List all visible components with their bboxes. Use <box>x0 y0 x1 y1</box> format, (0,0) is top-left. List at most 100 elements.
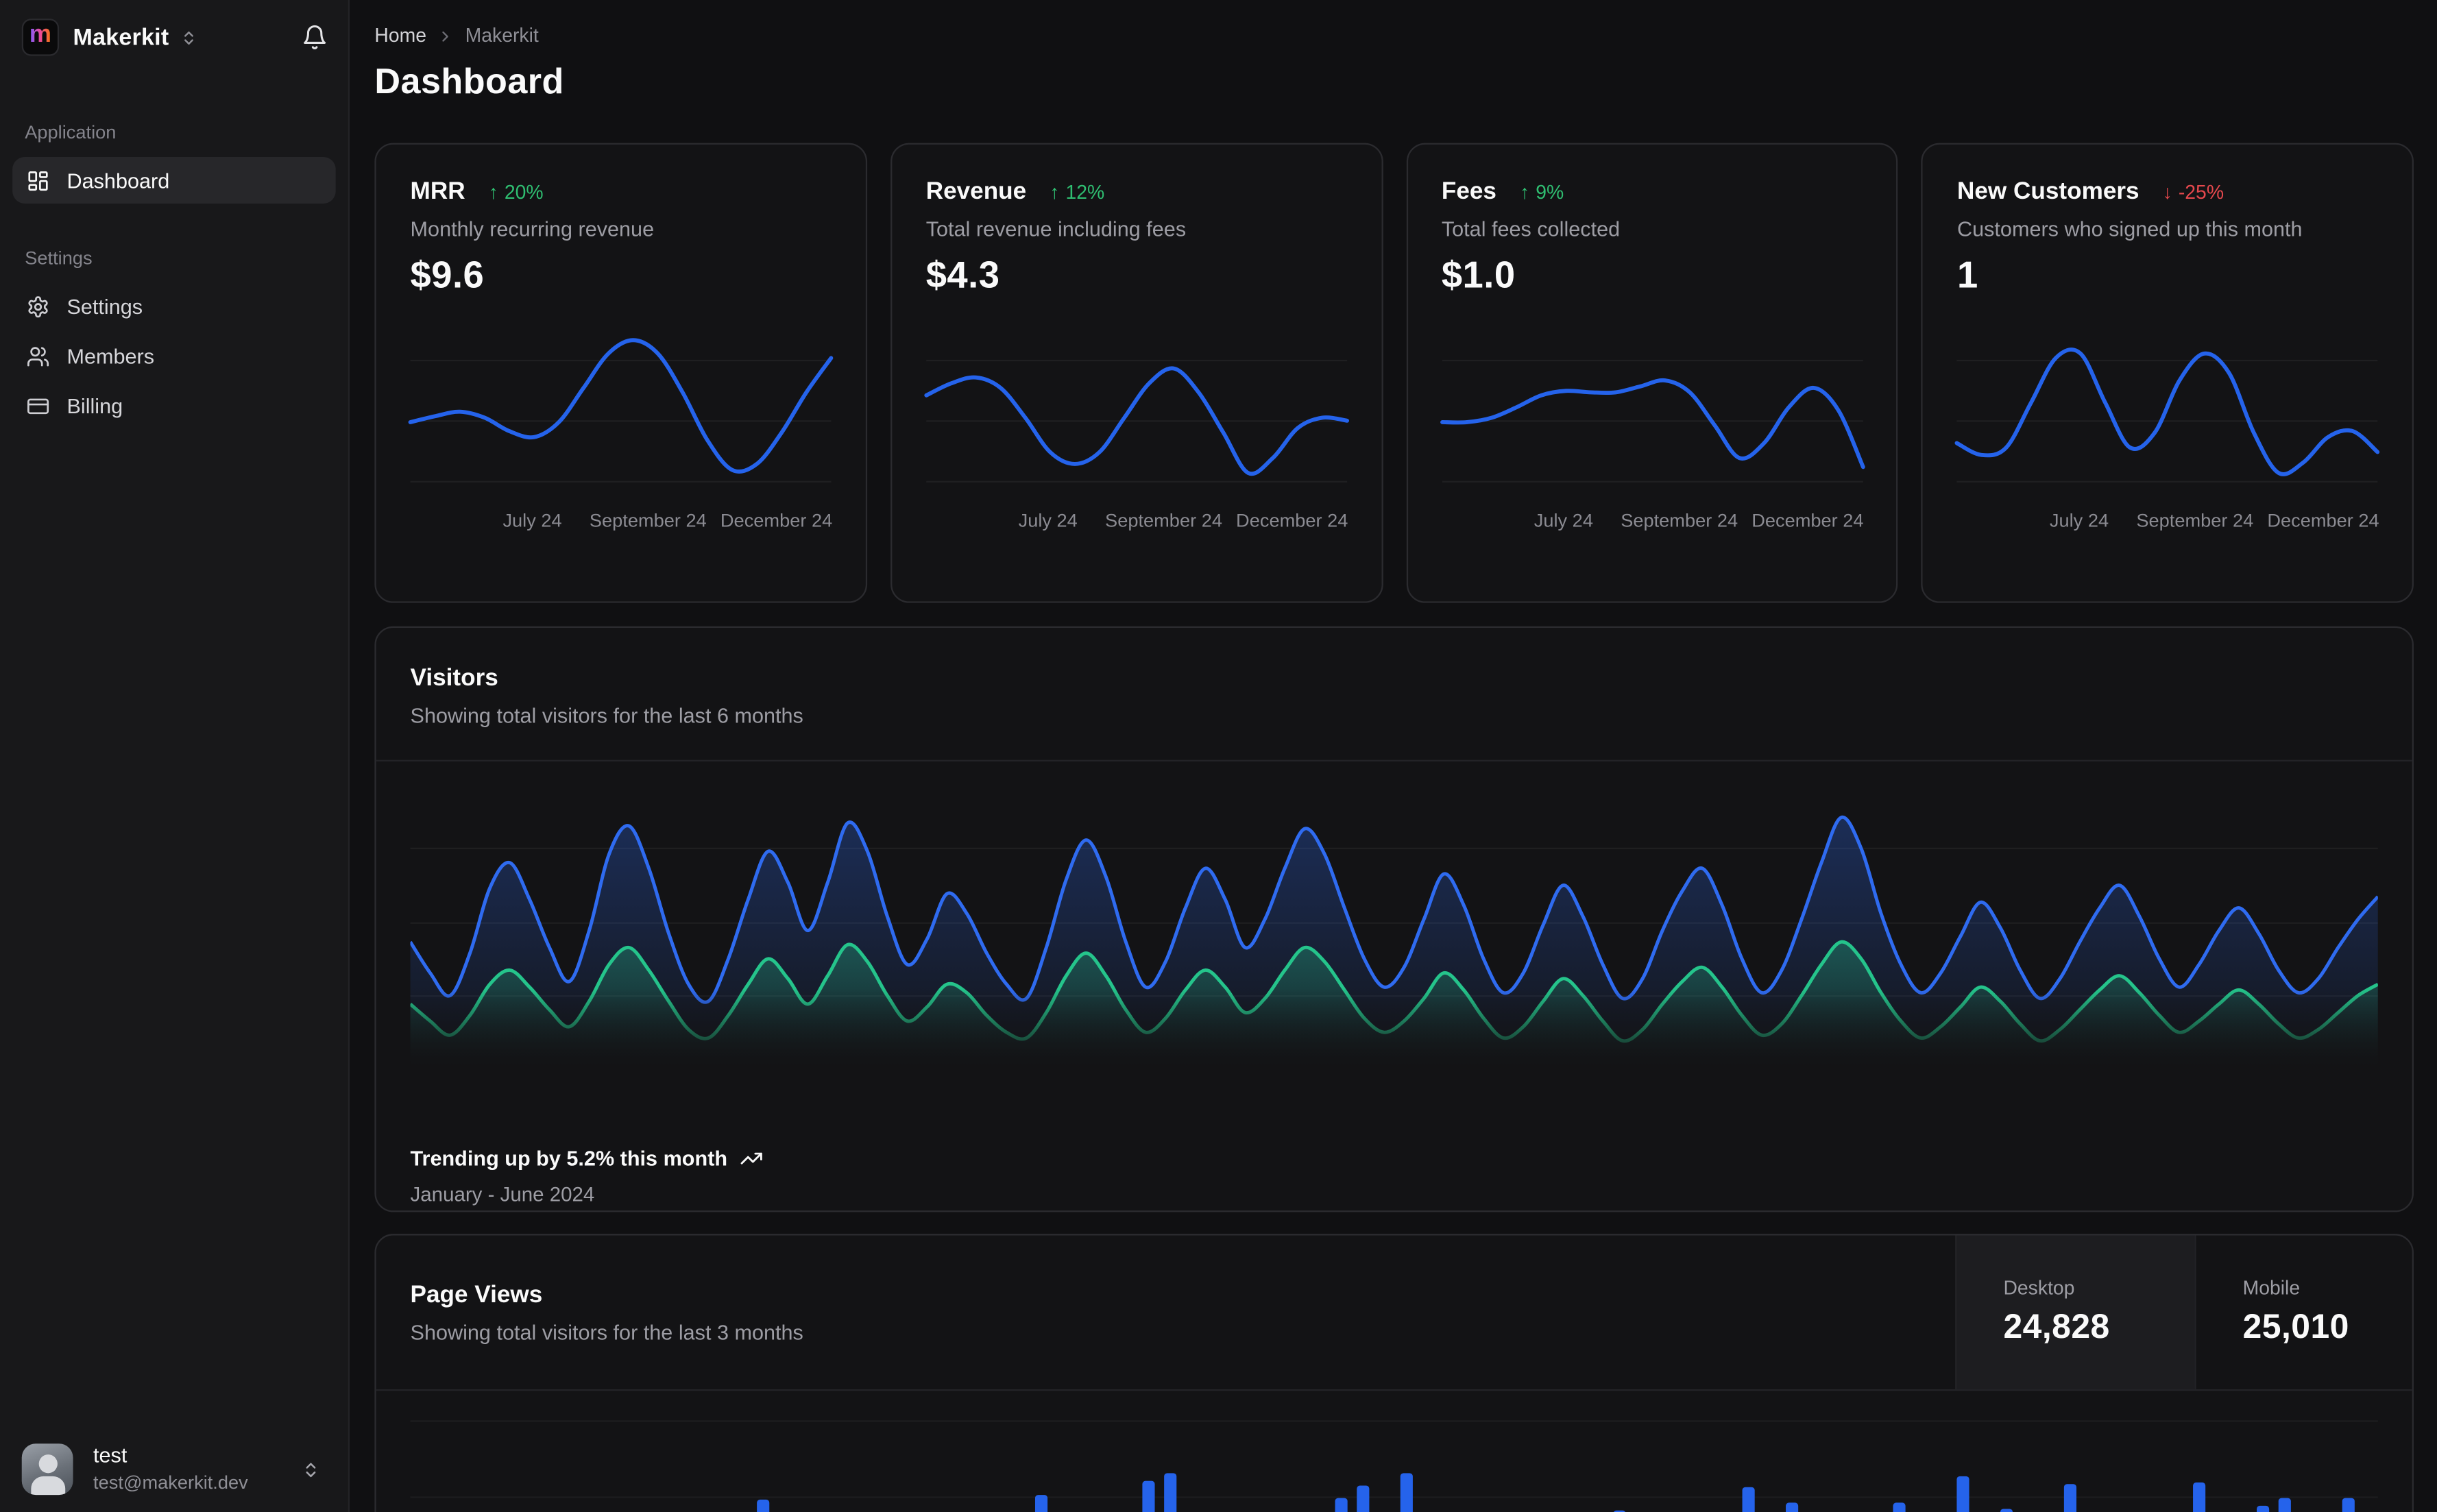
x-axis-tick: July 24 <box>1533 509 1593 532</box>
breadcrumb-home-link[interactable]: Home <box>374 25 426 47</box>
trend-up-arrow-icon: ↑ <box>1519 182 1530 204</box>
workspace-switcher[interactable]: m Makerkit <box>0 0 348 75</box>
visitors-subtitle: Showing total visitors for the last 6 mo… <box>410 704 803 728</box>
chevrons-up-down-icon <box>302 1461 320 1479</box>
sparkline-chart: July 24 September 24 December 24 <box>408 324 834 541</box>
toggle-label: Desktop <box>2003 1277 2075 1300</box>
bar <box>1742 1487 1756 1512</box>
sidebar-nav: Application Dashboard Settings Settings <box>0 121 348 432</box>
stat-card-mrr: MRR ↑ 20% Monthly recurring revenue $9.6 … <box>374 143 867 603</box>
bar <box>756 1499 769 1512</box>
visitors-title: Visitors <box>410 665 498 692</box>
sidebar-item-label: Billing <box>66 393 123 417</box>
bar <box>1357 1485 1370 1512</box>
x-axis-tick: July 24 <box>1018 509 1078 532</box>
sidebar-item-label: Dashboard <box>66 168 170 193</box>
stat-card-fees: Fees ↑ 9% Total fees collected $1.0 July … <box>1405 143 1898 603</box>
trend-badge: ↓ -25% <box>2163 182 2224 204</box>
stat-title: MRR <box>410 178 465 206</box>
stat-value: 1 <box>1956 254 1978 297</box>
page-views-bar-chart <box>410 1391 2378 1512</box>
page-views-header: Page Views Showing total visitors for th… <box>376 1235 2412 1391</box>
avatar <box>21 1443 73 1495</box>
toggle-desktop[interactable]: Desktop 24,828 <box>1955 1235 2195 1389</box>
stat-subtitle: Customers who signed up this month <box>1956 217 2303 241</box>
page-views-subtitle: Showing total visitors for the last 3 mo… <box>410 1320 803 1344</box>
toggle-value: 25,010 <box>2242 1306 2349 1346</box>
makerkit-logo-letter: m <box>29 21 52 49</box>
sparkline-chart: July 24 September 24 December 24 <box>923 324 1349 541</box>
sidebar: m Makerkit Application Dashboard Setting… <box>0 0 350 1512</box>
sidebar-item-billing[interactable]: Billing <box>12 382 336 429</box>
breadcrumb: Home Makerkit <box>374 25 2414 47</box>
stat-value: $4.3 <box>925 254 1000 297</box>
stat-value: $9.6 <box>410 254 485 297</box>
stat-cards-row: MRR ↑ 20% Monthly recurring revenue $9.6 … <box>374 143 2414 603</box>
members-icon <box>27 344 50 367</box>
trend-value: 12% <box>1065 182 1105 204</box>
bar <box>1335 1498 1348 1512</box>
x-axis-tick: September 24 <box>1621 509 1738 532</box>
page-views-card: Page Views Showing total visitors for th… <box>374 1234 2414 1512</box>
main-content: Home Makerkit Dashboard MRR ↑ 20% Monthly… <box>351 0 2437 1512</box>
stat-card-revenue: Revenue ↑ 12% Total revenue including fee… <box>890 143 1383 603</box>
page-views-title: Page Views <box>410 1281 543 1308</box>
user-meta: test test@makerkit.dev <box>93 1443 248 1495</box>
bar <box>2000 1509 2013 1512</box>
bar <box>1956 1476 1969 1512</box>
bell-icon[interactable] <box>302 24 328 51</box>
x-axis-tick: September 24 <box>589 509 707 532</box>
stat-title: Revenue <box>925 178 1027 206</box>
workspace-name: Makerkit <box>73 24 169 51</box>
user-name: test <box>93 1443 128 1467</box>
visitors-footer: Trending up by 5.2% this month January -… <box>376 1147 2412 1206</box>
trend-up-arrow-icon: ↑ <box>488 182 498 204</box>
trend-value: 9% <box>1536 182 1564 204</box>
visitors-card: Visitors Showing total visitors for the … <box>374 626 2414 1212</box>
bar <box>2342 1498 2355 1512</box>
user-menu[interactable]: test test@makerkit.dev <box>0 1428 348 1512</box>
sidebar-item-dashboard[interactable]: Dashboard <box>12 156 336 204</box>
dashboard-icon <box>27 169 50 192</box>
bar <box>1034 1495 1048 1512</box>
bar <box>1892 1502 1906 1512</box>
bar <box>2257 1506 2270 1512</box>
bar <box>1785 1502 1798 1512</box>
toggle-value: 24,828 <box>2003 1306 2110 1346</box>
bar <box>1399 1473 1412 1512</box>
trend-badge: ↑ 20% <box>489 182 544 204</box>
trend-down-arrow-icon: ↓ <box>2162 182 2172 204</box>
makerkit-logo: m <box>21 19 60 56</box>
bar <box>1163 1473 1176 1512</box>
trend-value: -25% <box>2178 182 2224 204</box>
sidebar-item-settings[interactable]: Settings <box>12 283 336 330</box>
visitors-period: January - June 2024 <box>410 1182 595 1206</box>
visitors-area-chart <box>404 786 2384 1079</box>
x-axis-tick: December 24 <box>1236 509 1348 532</box>
bar <box>1142 1481 1155 1512</box>
x-axis-tick: September 24 <box>2136 509 2254 532</box>
gear-icon <box>27 295 50 318</box>
chevron-right-icon <box>437 27 454 45</box>
nav-section-settings: Settings <box>25 247 93 269</box>
sidebar-item-members[interactable]: Members <box>12 332 336 379</box>
trending-up-icon <box>740 1147 763 1170</box>
toggle-mobile[interactable]: Mobile 25,010 <box>2194 1235 2412 1389</box>
stat-value: $1.0 <box>1441 254 1516 297</box>
stat-subtitle: Monthly recurring revenue <box>410 217 655 241</box>
trend-badge: ↑ 12% <box>1050 182 1104 204</box>
visitors-header: Visitors Showing total visitors for the … <box>376 628 2412 761</box>
x-axis-tick: December 24 <box>720 509 833 532</box>
sparkline-chart: July 24 September 24 December 24 <box>1955 324 2380 541</box>
bar <box>2278 1498 2291 1512</box>
trend-value: 20% <box>504 182 544 204</box>
screen: m Makerkit Application Dashboard Setting… <box>0 0 2437 1512</box>
toggle-label: Mobile <box>2242 1277 2301 1300</box>
nav-section-application: Application <box>25 121 117 143</box>
stat-title: Fees <box>1441 178 1496 206</box>
stat-title: New Customers <box>1956 178 2139 206</box>
visitors-trend-text: Trending up by 5.2% this month <box>410 1147 728 1171</box>
stat-card-new-customers: New Customers ↓ -25% Customers who signed… <box>1921 143 2414 603</box>
sidebar-item-label: Settings <box>66 294 143 318</box>
x-axis-tick: July 24 <box>2049 509 2109 532</box>
